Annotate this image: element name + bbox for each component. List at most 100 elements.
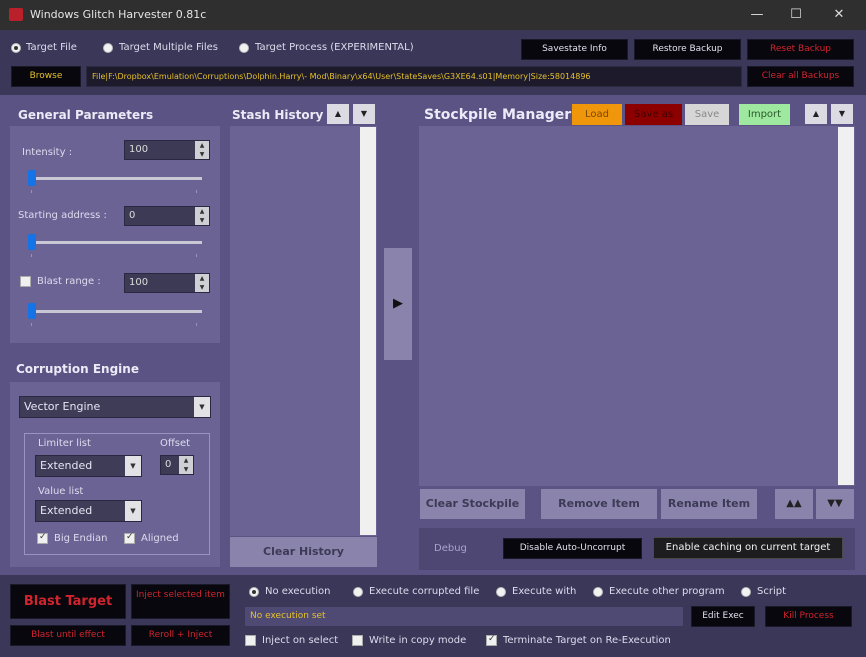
intensity-input[interactable]: 100 ▲ ▼ [124, 140, 210, 160]
blast-range-value: 100 [129, 277, 149, 288]
blast-range-slider-track[interactable] [28, 310, 202, 313]
chevron-down-icon[interactable]: ▼ [125, 456, 141, 476]
debug-label: Debug [434, 543, 467, 554]
limiter-list-value: Extended [40, 459, 93, 472]
reset-backup-button[interactable]: Reset Backup [747, 39, 854, 60]
value-list-value: Extended [40, 504, 93, 517]
clear-history-button[interactable]: Clear History [230, 537, 377, 567]
savestate-info-button[interactable]: Savestate Info [521, 39, 628, 60]
clear-all-backups-button[interactable]: Clear all Backups [747, 66, 854, 87]
window-title: Windows Glitch Harvester 0.81c [30, 8, 207, 21]
stash-down-button[interactable]: ▼ [353, 104, 375, 124]
intensity-slider-thumb[interactable] [28, 170, 36, 186]
stockpile-up-button[interactable]: ▲ [805, 104, 827, 124]
rename-item-button[interactable]: Rename Item [661, 489, 757, 519]
move-up-button[interactable]: ▲▲ [775, 489, 813, 519]
starting-address-label: Starting address : [18, 210, 107, 221]
target-process-radio[interactable] [239, 43, 249, 53]
edit-exec-button[interactable]: Edit Exec [691, 606, 755, 627]
aligned-label: Aligned [141, 533, 179, 544]
stash-scrollbar[interactable] [360, 127, 376, 535]
execute-corrupted-radio[interactable] [353, 587, 363, 597]
remove-item-button[interactable]: Remove Item [541, 489, 657, 519]
general-parameters-heading: General Parameters [18, 108, 154, 122]
big-endian-checkbox[interactable] [37, 532, 48, 544]
reroll-inject-button[interactable]: Reroll + Inject [131, 625, 230, 646]
slider-tick [31, 254, 32, 257]
execute-other-radio[interactable] [593, 587, 603, 597]
intensity-slider-track[interactable] [28, 177, 202, 180]
limiter-list-select[interactable]: Extended ▼ [35, 455, 142, 477]
stockpile-manager-heading: Stockpile Manager [424, 107, 572, 123]
starting-address-input[interactable]: 0 ▲ ▼ [124, 206, 210, 226]
clear-stockpile-button[interactable]: Clear Stockpile [420, 489, 525, 519]
slider-tick [196, 323, 197, 326]
slider-tick [196, 190, 197, 193]
terminate-target-checkbox[interactable] [486, 634, 497, 646]
intensity-label: Intensity : [22, 147, 73, 158]
move-down-button[interactable]: ▼▼ [816, 489, 854, 519]
maximize-button[interactable]: ☐ [781, 5, 811, 25]
no-execution-radio[interactable] [249, 587, 259, 597]
load-button[interactable]: Load [572, 104, 622, 125]
blast-range-input[interactable]: 100 ▲ ▼ [124, 273, 210, 293]
import-button[interactable]: Import [739, 104, 790, 125]
blast-until-effect-button[interactable]: Blast until effect [10, 625, 126, 646]
engine-selected-value: Vector Engine [24, 400, 101, 413]
target-file-radio[interactable] [11, 43, 21, 53]
execute-with-radio[interactable] [496, 587, 506, 597]
execution-path-field[interactable]: No execution set [244, 606, 684, 627]
starting-address-stepper[interactable]: ▲ ▼ [195, 207, 209, 225]
no-execution-label: No execution [265, 586, 331, 597]
disable-auto-uncorrupt-button[interactable]: Disable Auto-Uncorrupt [503, 538, 642, 559]
blast-range-stepper[interactable]: ▲ ▼ [195, 274, 209, 292]
blast-range-label: Blast range : [37, 276, 101, 287]
stash-history-list[interactable] [230, 126, 377, 536]
script-label: Script [757, 586, 787, 597]
target-path-field[interactable]: File|F:\Dropbox\Emulation\Corruptions\Do… [86, 66, 742, 87]
slider-tick [31, 323, 32, 326]
kill-process-button[interactable]: Kill Process [765, 606, 852, 627]
inject-on-select-checkbox[interactable] [245, 635, 256, 646]
offset-label: Offset [160, 438, 191, 449]
stash-up-button[interactable]: ▲ [327, 104, 349, 124]
corruption-engine-heading: Corruption Engine [16, 362, 139, 376]
save-button[interactable]: Save [685, 104, 729, 125]
target-multiple-label: Target Multiple Files [119, 42, 218, 53]
target-multiple-radio[interactable] [103, 43, 113, 53]
terminate-target-label: Terminate Target on Re-Execution [503, 635, 671, 646]
value-list-select[interactable]: Extended ▼ [35, 500, 142, 522]
blast-target-button[interactable]: Blast Target [10, 584, 126, 619]
intensity-stepper[interactable]: ▲ ▼ [195, 141, 209, 159]
intensity-value: 100 [129, 144, 149, 155]
engine-select[interactable]: Vector Engine ▼ [19, 396, 211, 418]
stockpile-list[interactable] [419, 126, 855, 486]
inject-selected-item-button[interactable]: Inject selected item [131, 584, 230, 619]
stash-history-heading: Stash History [232, 108, 324, 122]
blast-range-checkbox[interactable] [20, 276, 31, 287]
tooltip: Enable caching on current target [653, 537, 843, 559]
starting-address-slider-thumb[interactable] [28, 234, 36, 250]
write-copy-mode-checkbox[interactable] [352, 635, 363, 646]
offset-input[interactable]: 0 ▲ ▼ [160, 455, 194, 475]
browse-button[interactable]: Browse [11, 66, 81, 87]
stockpile-down-button[interactable]: ▼ [831, 104, 853, 124]
offset-stepper[interactable]: ▲ ▼ [179, 456, 193, 474]
restore-backup-button[interactable]: Restore Backup [634, 39, 741, 60]
blast-range-slider-thumb[interactable] [28, 303, 36, 319]
minimize-button[interactable]: — [742, 5, 772, 25]
stockpile-scrollbar[interactable] [838, 127, 854, 485]
save-as-button[interactable]: Save as [625, 104, 682, 125]
aligned-checkbox[interactable] [124, 532, 135, 544]
script-radio[interactable] [741, 587, 751, 597]
title-bar: Windows Glitch Harvester 0.81c — ☐ ✕ [0, 0, 866, 30]
chevron-down-icon[interactable]: ▼ [125, 501, 141, 521]
close-button[interactable]: ✕ [824, 5, 854, 25]
slider-tick [196, 254, 197, 257]
big-endian-label: Big Endian [54, 533, 108, 544]
slider-tick [31, 190, 32, 193]
starting-address-slider-track[interactable] [28, 241, 202, 244]
execute-corrupted-label: Execute corrupted file [369, 586, 480, 597]
send-to-stockpile-button[interactable]: ▶ [384, 248, 412, 360]
chevron-down-icon[interactable]: ▼ [194, 397, 210, 417]
